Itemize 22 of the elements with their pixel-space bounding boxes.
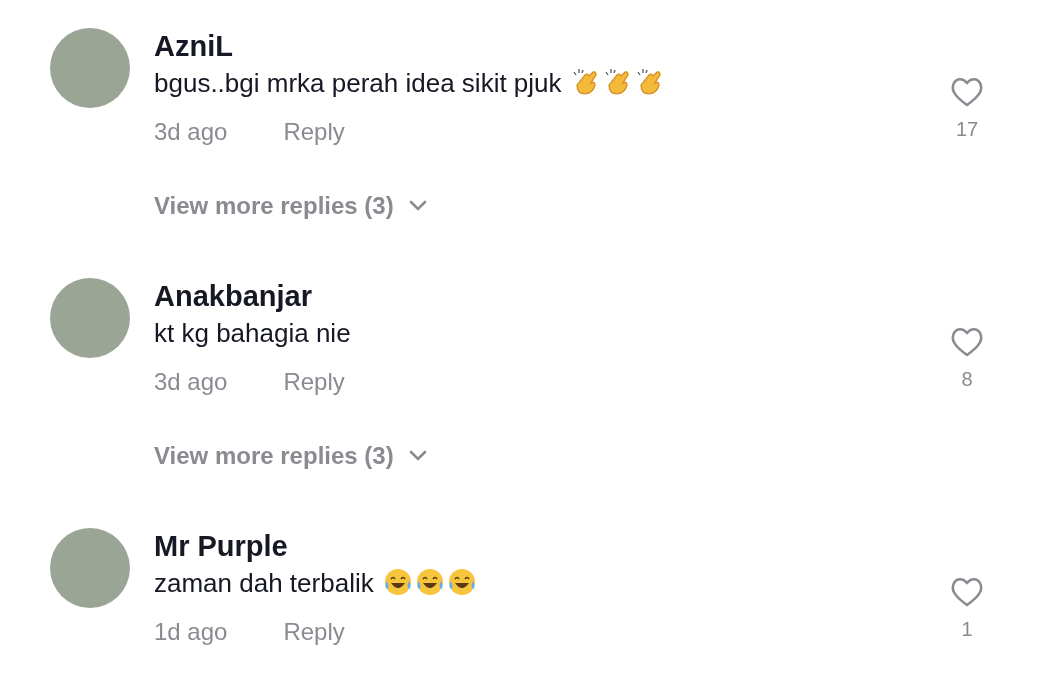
chevron-down-icon [407,450,428,462]
comment-text: zaman dah terbalik [154,568,374,598]
like-count: 17 [955,118,979,140]
comment-time: 3d ago [154,367,228,397]
username[interactable]: AzniL [154,28,937,64]
chevron-down-icon [407,200,428,212]
laughing-face-icon [446,567,477,597]
reply-link[interactable]: Reply [283,114,345,150]
comment-text: kt kg bahagia nie [154,318,351,348]
view-more-replies-button[interactable]: View more replies (3) [154,438,428,474]
reply-link[interactable]: Reply [283,614,345,650]
username[interactable]: Anakbanjar [154,278,937,314]
laughing-face-icon [382,567,413,597]
comment-time: 1d ago [154,617,228,647]
view-more-replies-button[interactable]: View more replies (3) [154,188,428,224]
like-count: 8 [961,368,973,390]
reply-link[interactable]: Reply [283,364,345,400]
like-count: 1 [961,618,973,640]
comment-time: 3d ago [154,117,228,147]
comment-text: bgus..bgi mrka perah idea sikit pjuk [154,68,562,98]
laughing-face-icon [414,567,445,597]
username[interactable]: Mr Purple [154,528,937,564]
